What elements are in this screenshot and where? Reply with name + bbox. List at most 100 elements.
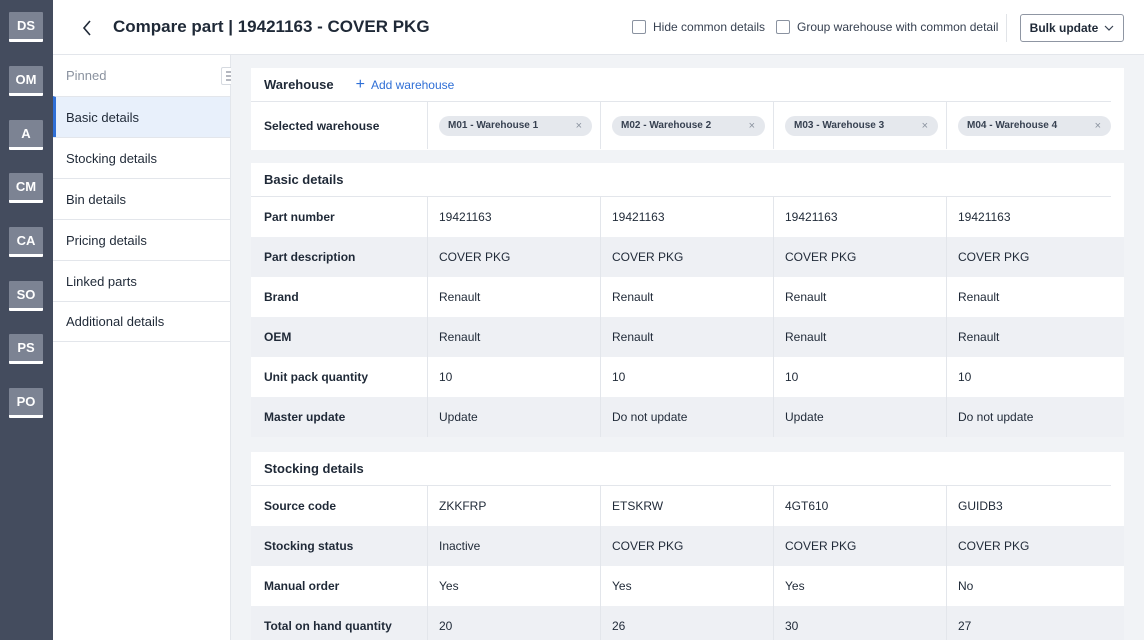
chip-label: M03 - Warehouse 3: [794, 120, 885, 131]
close-icon[interactable]: ×: [576, 120, 582, 132]
rail-item-so[interactable]: SO: [9, 281, 43, 311]
table-cell: Yes: [773, 566, 946, 606]
bulk-update-label: Bulk update: [1029, 21, 1099, 35]
warehouse-chip[interactable]: M03 - Warehouse 3 ×: [785, 115, 938, 136]
rail-item-om[interactable]: OM: [9, 66, 43, 96]
warehouse-cell: M02 - Warehouse 2 ×: [600, 102, 773, 149]
table-row: Unit pack quantity 10 10 10 10: [251, 357, 1124, 397]
warehouse-chip[interactable]: M02 - Warehouse 2 ×: [612, 115, 765, 136]
row-label: Part description: [264, 250, 356, 264]
table-cell: COVER PKG: [600, 237, 773, 277]
add-warehouse-link[interactable]: + Add warehouse: [355, 75, 455, 93]
rail-item-po[interactable]: PO: [9, 388, 43, 418]
table-cell: COVER PKG: [946, 237, 1119, 277]
table-row: Brand Renault Renault Renault Renault: [251, 277, 1124, 317]
table-cell: 10: [773, 357, 946, 397]
group-warehouse-checkbox[interactable]: Group warehouse with common detail: [776, 20, 998, 34]
warehouse-header: Warehouse + Add warehouse: [251, 68, 1111, 102]
rail-item-a[interactable]: A: [9, 120, 43, 150]
table-cell: Update: [427, 397, 600, 437]
nav-item-stocking-details[interactable]: Stocking details: [53, 137, 230, 178]
row-label: Manual order: [264, 579, 340, 593]
hide-common-details-label: Hide common details: [653, 20, 766, 34]
table-row: Source code ZKKFRP ETSKRW 4GT610 GUIDB3: [251, 486, 1124, 526]
table-cell: 19421163: [946, 197, 1119, 237]
close-icon[interactable]: ×: [749, 120, 755, 132]
table-row: Master update Update Do not update Updat…: [251, 397, 1124, 437]
table-cell: Do not update: [946, 397, 1119, 437]
section-nav-list: Basic details Stocking details Bin detai…: [53, 96, 230, 342]
stocking-details-header: Stocking details: [251, 452, 1111, 486]
chip-label: M04 - Warehouse 4: [967, 120, 1058, 131]
table-row: Part number 19421163 19421163 19421163 1…: [251, 197, 1124, 237]
basic-details-card: Basic details Part number 19421163 19421…: [251, 163, 1124, 437]
table-cell: 20: [427, 606, 600, 640]
table-cell: 4GT610: [773, 486, 946, 526]
table-cell: Renault: [600, 317, 773, 357]
rail-item-cm[interactable]: CM: [9, 173, 43, 203]
warehouse-chip[interactable]: M04 - Warehouse 4 ×: [958, 115, 1111, 136]
stocking-details-title: Stocking details: [264, 461, 364, 476]
pinned-label: Pinned: [66, 68, 107, 83]
table-cell: COVER PKG: [600, 526, 773, 566]
rail-item-ps[interactable]: PS: [9, 334, 43, 364]
section-nav: Pinned Basic details Stocking details Bi…: [53, 55, 241, 640]
warehouse-chip[interactable]: M01 - Warehouse 1 ×: [439, 115, 592, 136]
close-icon[interactable]: ×: [922, 120, 928, 132]
table-row: Part description COVER PKG COVER PKG COV…: [251, 237, 1124, 277]
app-rail: DS OM A CM CA SO PS PO: [0, 0, 53, 640]
table-cell: Update: [773, 397, 946, 437]
row-label: OEM: [264, 330, 292, 344]
table-cell: Renault: [946, 277, 1119, 317]
table-row: OEM Renault Renault Renault Renault: [251, 317, 1124, 357]
selected-warehouse-row: Selected warehouse M01 - Warehouse 1 × M0…: [251, 102, 1124, 149]
table-cell: COVER PKG: [946, 526, 1119, 566]
row-label: Part number: [264, 210, 335, 224]
nav-item-bin-details[interactable]: Bin details: [53, 178, 230, 219]
row-label: Brand: [264, 290, 299, 304]
table-row: Total on hand quantity 20 26 30 27: [251, 606, 1124, 640]
basic-details-header: Basic details: [251, 163, 1111, 197]
table-cell: ZKKFRP: [427, 486, 600, 526]
add-warehouse-label: Add warehouse: [370, 77, 455, 92]
table-cell: Yes: [427, 566, 600, 606]
table-cell: COVER PKG: [773, 237, 946, 277]
checkbox-box[interactable]: [632, 20, 646, 34]
chip-label: M02 - Warehouse 2: [621, 120, 712, 131]
bulk-update-button[interactable]: Bulk update: [1020, 14, 1124, 42]
back-arrow-icon[interactable]: [75, 16, 99, 40]
table-cell: Inactive: [427, 526, 600, 566]
table-cell: Renault: [600, 277, 773, 317]
warehouse-title: Warehouse: [264, 77, 334, 92]
page-title: Compare part | 19421163 - COVER PKG: [113, 17, 430, 36]
table-cell: 27: [946, 606, 1119, 640]
rail-item-ds[interactable]: DS: [9, 12, 43, 42]
table-cell: No: [946, 566, 1119, 606]
nav-item-pricing-details[interactable]: Pricing details: [53, 219, 230, 260]
stocking-details-card: Stocking details Source code ZKKFRP ETSK…: [251, 452, 1124, 640]
table-cell: 10: [946, 357, 1119, 397]
table-cell: COVER PKG: [427, 237, 600, 277]
row-label: Unit pack quantity: [264, 370, 369, 384]
compare-content: Warehouse + Add warehouse Selected wareh…: [231, 55, 1144, 640]
nav-item-additional-details[interactable]: Additional details: [53, 301, 230, 342]
table-cell: Renault: [946, 317, 1119, 357]
table-row: Stocking status Inactive COVER PKG COVER…: [251, 526, 1124, 566]
basic-details-title: Basic details: [264, 172, 344, 187]
nav-item-linked-parts[interactable]: Linked parts: [53, 260, 230, 301]
table-cell: 10: [600, 357, 773, 397]
chip-label: M01 - Warehouse 1: [448, 120, 539, 131]
table-cell: Renault: [773, 277, 946, 317]
rail-item-ca[interactable]: CA: [9, 227, 43, 257]
row-label: Master update: [264, 410, 346, 424]
table-cell: Renault: [427, 317, 600, 357]
plus-icon: +: [355, 75, 365, 93]
nav-item-basic-details[interactable]: Basic details: [53, 96, 230, 137]
checkbox-box[interactable]: [776, 20, 790, 34]
hide-common-details-checkbox[interactable]: Hide common details: [632, 20, 765, 34]
warehouse-cell: M01 - Warehouse 1 ×: [427, 102, 600, 149]
table-row: Manual order Yes Yes Yes No: [251, 566, 1124, 606]
table-cell: Yes: [600, 566, 773, 606]
close-icon[interactable]: ×: [1095, 120, 1101, 132]
table-cell: ETSKRW: [600, 486, 773, 526]
